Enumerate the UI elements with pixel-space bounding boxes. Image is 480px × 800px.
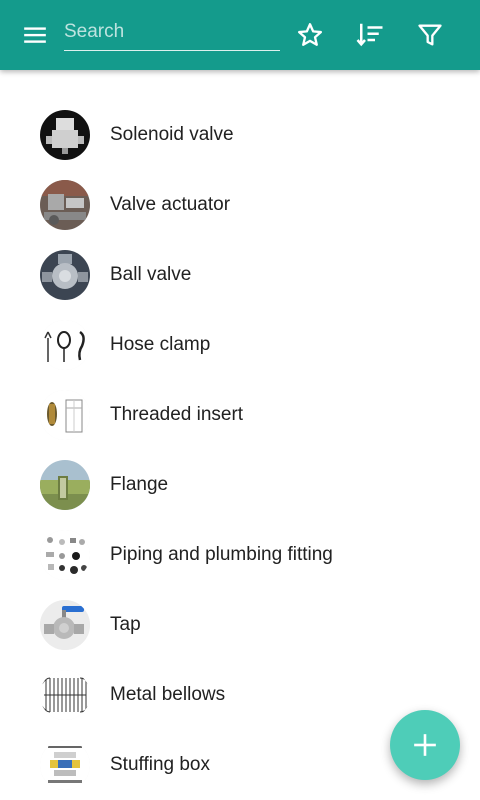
plus-icon [414,734,436,756]
list-item[interactable]: Tap [0,590,480,660]
app-bar [0,0,480,70]
item-label: Ball valve [110,264,192,285]
filter-button[interactable] [410,15,450,55]
metal-bellows-thumbnail [40,670,90,720]
list-item[interactable]: Hose clamp [0,310,480,380]
item-label: Hose clamp [110,334,211,355]
flange-thumbnail [40,460,90,510]
item-label: Valve actuator [110,194,231,215]
star-icon [297,23,323,46]
menu-icon [24,27,46,43]
item-label: Threaded insert [110,404,244,425]
sort-icon [356,23,383,47]
threaded-insert-thumbnail [40,390,90,440]
item-label: Metal bellows [110,684,226,705]
list-item[interactable]: Piping and plumbing fitting [0,520,480,590]
tap-thumbnail [40,600,90,650]
stuffing-box-thumbnail [40,740,90,790]
list-item[interactable]: Solenoid valve [0,100,480,170]
item-list: Solenoid valve Valve actuator Ball valve… [0,100,480,800]
list-item[interactable]: Threaded insert [0,380,480,450]
search-input[interactable] [64,14,280,50]
list-item[interactable]: Flange [0,450,480,520]
item-label: Stuffing box [110,754,211,775]
search-field[interactable] [64,14,280,51]
valve-actuator-thumbnail [40,180,90,230]
item-label: Tap [110,614,141,635]
piping-fitting-thumbnail [40,530,90,580]
item-label: Solenoid valve [110,124,234,145]
list-item[interactable]: Ball valve [0,240,480,310]
solenoid-valve-thumbnail [40,110,90,160]
menu-button[interactable] [15,15,55,55]
item-label: Piping and plumbing fitting [110,544,333,565]
add-item-button[interactable] [390,710,460,780]
ball-valve-thumbnail [40,250,90,300]
filter-icon [418,24,442,46]
favorites-button[interactable] [290,15,330,55]
list-item[interactable]: Valve actuator [0,170,480,240]
sort-button[interactable] [350,15,390,55]
item-label: Flange [110,474,169,495]
hose-clamp-thumbnail [40,320,90,370]
